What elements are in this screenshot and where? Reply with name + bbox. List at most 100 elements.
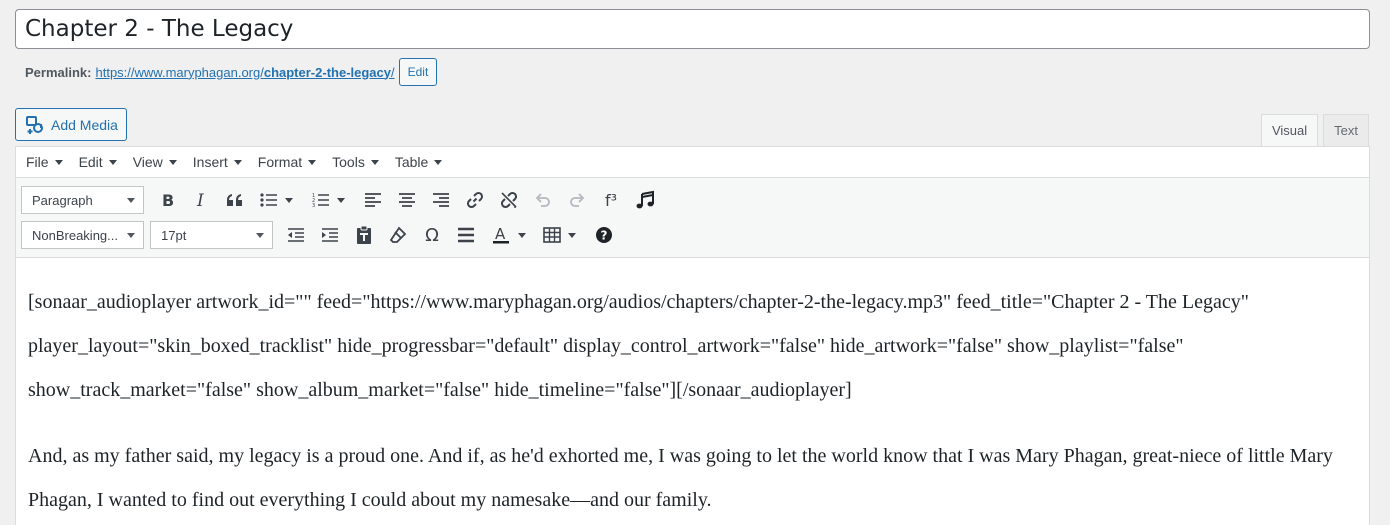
svg-text:3: 3 bbox=[312, 203, 315, 208]
align-center-icon bbox=[399, 193, 415, 207]
italic-button[interactable]: I bbox=[184, 185, 218, 215]
editor-content[interactable]: [sonaar_audioplayer artwork_id="" feed="… bbox=[16, 258, 1369, 522]
chevron-down-icon bbox=[308, 159, 317, 165]
table-icon bbox=[543, 227, 561, 243]
help-icon: ? bbox=[596, 227, 612, 243]
permalink-label: Permalink: bbox=[25, 64, 92, 80]
numbered-list-icon: 123 bbox=[312, 193, 329, 208]
permalink-base: https://www.maryphagan.org/ bbox=[95, 64, 264, 80]
link-button[interactable] bbox=[458, 185, 492, 215]
font-family-value: NonBreaking... bbox=[32, 227, 118, 243]
menu-format[interactable]: Format bbox=[257, 154, 317, 170]
table-button[interactable] bbox=[535, 220, 587, 250]
bold-icon: B bbox=[162, 191, 174, 209]
outdent-button[interactable] bbox=[279, 220, 313, 250]
help-button[interactable]: ? bbox=[587, 220, 621, 250]
chevron-down-icon bbox=[337, 197, 345, 203]
permalink-slug: chapter-2-the-legacy bbox=[263, 64, 391, 80]
align-left-button[interactable] bbox=[356, 185, 390, 215]
svg-text:I: I bbox=[196, 191, 204, 209]
text-color-icon: A bbox=[493, 225, 509, 244]
special-character-button[interactable]: Ω bbox=[415, 220, 449, 250]
menu-edit-label: Edit bbox=[78, 154, 103, 170]
toolbar-row-1: Paragraph B I 123 f³ bbox=[21, 183, 1369, 217]
indent-icon bbox=[322, 228, 338, 242]
menu-edit[interactable]: Edit bbox=[79, 154, 117, 170]
align-center-button[interactable] bbox=[390, 185, 424, 215]
shortcode-paragraph: [sonaar_audioplayer artwork_id="" feed="… bbox=[28, 291, 1249, 401]
chevron-down-icon bbox=[233, 159, 242, 165]
menu-file[interactable]: File bbox=[26, 154, 63, 170]
chevron-down-icon bbox=[127, 232, 135, 238]
menu-format-label: Format bbox=[257, 154, 303, 170]
menu-view-label: View bbox=[132, 154, 163, 170]
menu-tools-label: Tools bbox=[332, 154, 365, 170]
chevron-down-icon bbox=[370, 159, 379, 165]
post-title-input[interactable]: Chapter 2 - The Legacy bbox=[15, 9, 1370, 49]
tab-text[interactable]: Text bbox=[1323, 114, 1369, 146]
menu-view[interactable]: View bbox=[133, 154, 177, 170]
editor-mode-tabs: Visual Text bbox=[1256, 114, 1369, 147]
chevron-down-icon bbox=[127, 197, 135, 203]
bold-button[interactable]: B bbox=[150, 185, 184, 215]
unlink-button[interactable] bbox=[492, 185, 526, 215]
link-icon bbox=[466, 191, 484, 209]
horizontal-rule-icon bbox=[458, 227, 474, 243]
bullet-list-icon bbox=[260, 193, 277, 207]
add-media-label: Add Media bbox=[51, 116, 118, 133]
blockquote-button[interactable] bbox=[218, 185, 252, 215]
menu-tools[interactable]: Tools bbox=[332, 154, 379, 170]
italic-icon: I bbox=[196, 191, 204, 209]
audio-button[interactable] bbox=[628, 185, 662, 215]
menu-insert[interactable]: Insert bbox=[193, 154, 242, 170]
body-paragraph: And, as my father said, my legacy is a p… bbox=[28, 445, 1333, 511]
horizontal-rule-button[interactable] bbox=[449, 220, 483, 250]
menu-insert-label: Insert bbox=[192, 154, 228, 170]
font-size-value: 17pt bbox=[161, 227, 187, 243]
blockquote-icon bbox=[227, 194, 242, 206]
audio-icon bbox=[636, 190, 654, 209]
svg-text:A: A bbox=[495, 225, 506, 243]
permalink-edit-button[interactable]: Edit bbox=[398, 58, 438, 86]
font-family-select[interactable]: NonBreaking... bbox=[21, 221, 144, 249]
paste-as-text-icon bbox=[357, 225, 371, 244]
permalink-row: Permalink: https://www.maryphagan.org/ch… bbox=[25, 58, 438, 86]
unlink-icon bbox=[500, 191, 518, 209]
numbered-list-button[interactable]: 123 bbox=[304, 185, 356, 215]
add-media-button[interactable]: Add Media bbox=[15, 108, 127, 141]
chevron-down-icon bbox=[518, 232, 526, 238]
block-format-select[interactable]: Paragraph bbox=[21, 186, 144, 214]
block-format-value: Paragraph bbox=[32, 192, 93, 208]
permalink-link[interactable]: https://www.maryphagan.org/chapter-2-the… bbox=[95, 65, 394, 80]
chevron-down-icon bbox=[168, 159, 177, 165]
add-media-icon bbox=[26, 115, 43, 134]
editor-toolbar: Paragraph B I 123 f³ NonBreaking... 17pt… bbox=[16, 178, 1369, 258]
redo-icon bbox=[570, 193, 585, 207]
font-size-select[interactable]: 17pt bbox=[150, 221, 273, 249]
rich-text-editor: File Edit View Insert Format Tools Table… bbox=[15, 146, 1370, 525]
chevron-down-icon bbox=[54, 159, 63, 165]
redo-button[interactable] bbox=[560, 185, 594, 215]
align-left-icon bbox=[365, 193, 381, 207]
paste-as-text-button[interactable] bbox=[347, 220, 381, 250]
text-color-button[interactable]: A bbox=[483, 220, 535, 250]
footnote-button[interactable]: f³ bbox=[594, 185, 628, 215]
footnote-icon: f³ bbox=[604, 190, 618, 210]
chevron-down-icon bbox=[256, 232, 264, 238]
align-right-button[interactable] bbox=[424, 185, 458, 215]
chevron-down-icon bbox=[285, 197, 293, 203]
svg-text:B: B bbox=[162, 191, 174, 209]
clear-formatting-button[interactable] bbox=[381, 220, 415, 250]
svg-text:?: ? bbox=[601, 229, 608, 243]
tab-visual[interactable]: Visual bbox=[1260, 114, 1319, 147]
indent-button[interactable] bbox=[313, 220, 347, 250]
menu-table-label: Table bbox=[394, 154, 429, 170]
permalink-trailing: / bbox=[391, 64, 395, 80]
align-right-icon bbox=[433, 193, 449, 207]
menu-table[interactable]: Table bbox=[394, 154, 443, 170]
undo-button[interactable] bbox=[526, 185, 560, 215]
menu-file-label: File bbox=[26, 154, 49, 170]
chevron-down-icon bbox=[568, 232, 576, 238]
clear-formatting-icon bbox=[389, 226, 407, 243]
bullet-list-button[interactable] bbox=[252, 185, 304, 215]
